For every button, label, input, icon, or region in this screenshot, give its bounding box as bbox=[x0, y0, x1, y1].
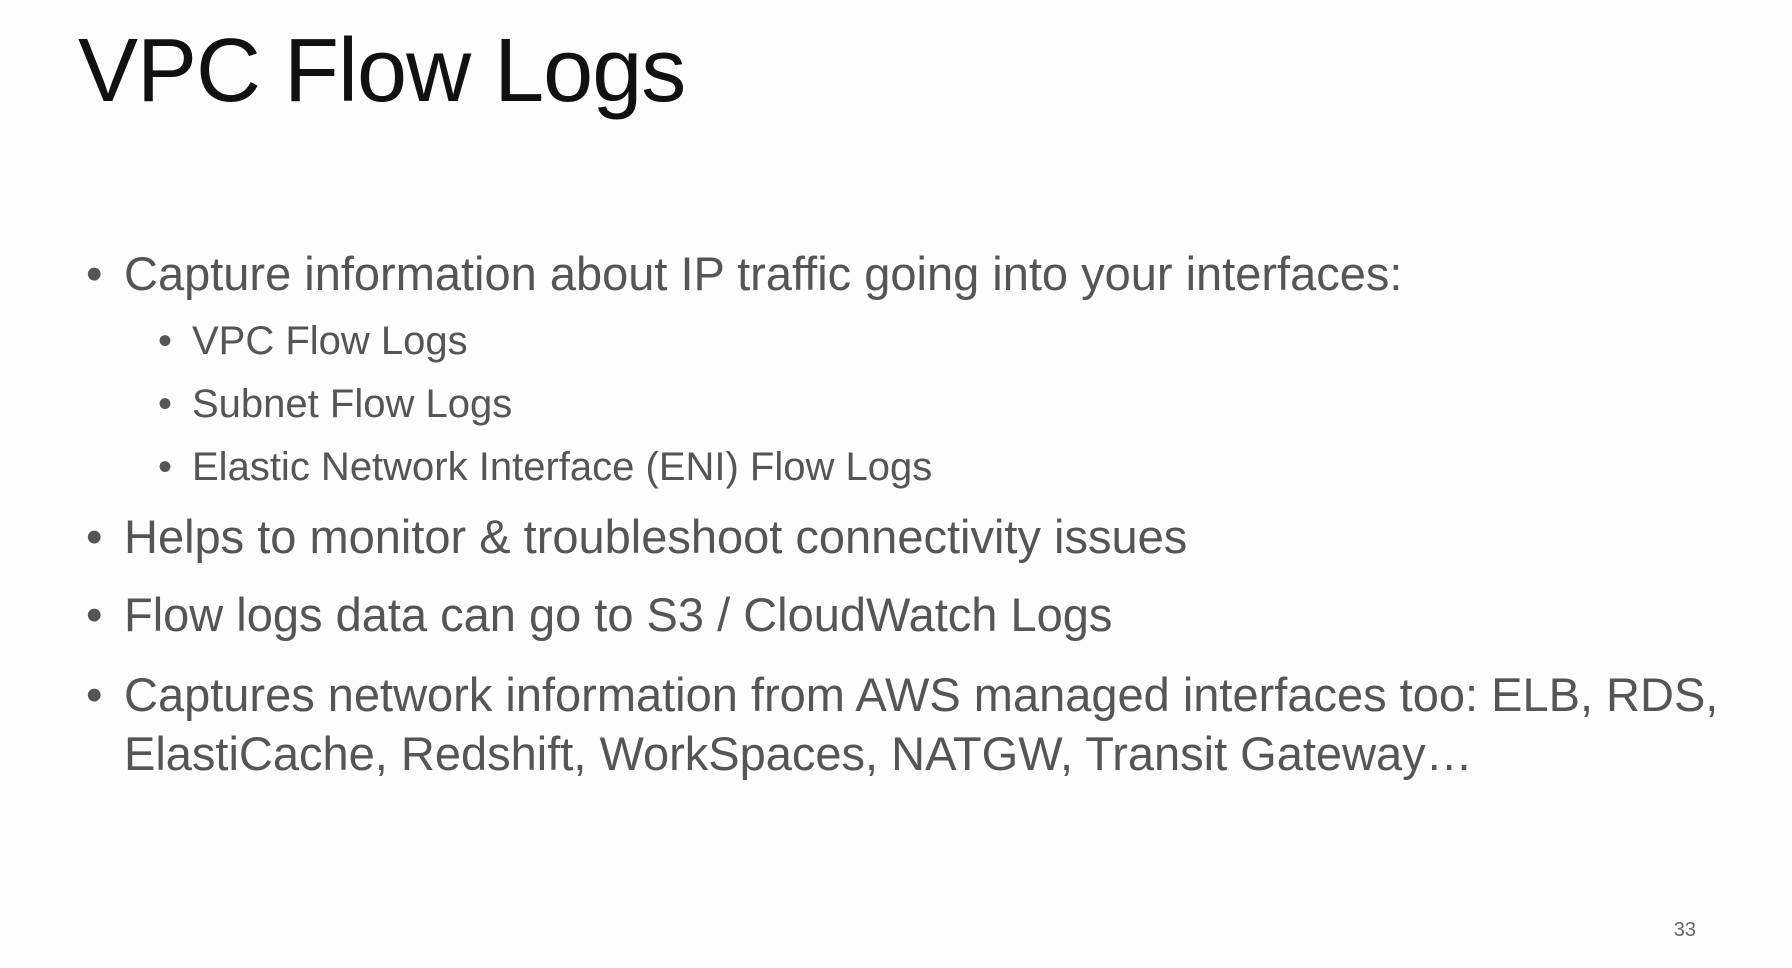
bullet-item: Helps to monitor & troubleshoot connecti… bbox=[86, 507, 1726, 567]
slide-title: VPC Flow Logs bbox=[78, 21, 686, 121]
bullet-list: Capture information about IP traffic goi… bbox=[86, 244, 1726, 801]
sub-bullet-item: VPC Flow Logs bbox=[158, 310, 1726, 373]
bullet-text: Helps to monitor & troubleshoot connecti… bbox=[124, 510, 1188, 563]
sub-bullet-item: Subnet Flow Logs bbox=[158, 373, 1726, 436]
bullet-item: Flow logs data can go to S3 / CloudWatch… bbox=[86, 585, 1726, 645]
sub-bullet-list: VPC Flow Logs Subnet Flow Logs Elastic N… bbox=[124, 310, 1726, 499]
bullet-text: Flow logs data can go to S3 / CloudWatch… bbox=[124, 588, 1113, 641]
sub-bullet-item: Elastic Network Interface (ENI) Flow Log… bbox=[158, 436, 1726, 499]
slide: VPC Flow Logs Capture information about … bbox=[0, 0, 1792, 968]
page-number: 33 bbox=[1673, 919, 1696, 941]
bullet-item: Captures network information from AWS ma… bbox=[86, 665, 1726, 783]
bullet-text: Captures network information from AWS ma… bbox=[124, 668, 1719, 780]
bullet-text: Capture information about IP traffic goi… bbox=[124, 247, 1403, 300]
bullet-item: Capture information about IP traffic goi… bbox=[86, 244, 1726, 499]
